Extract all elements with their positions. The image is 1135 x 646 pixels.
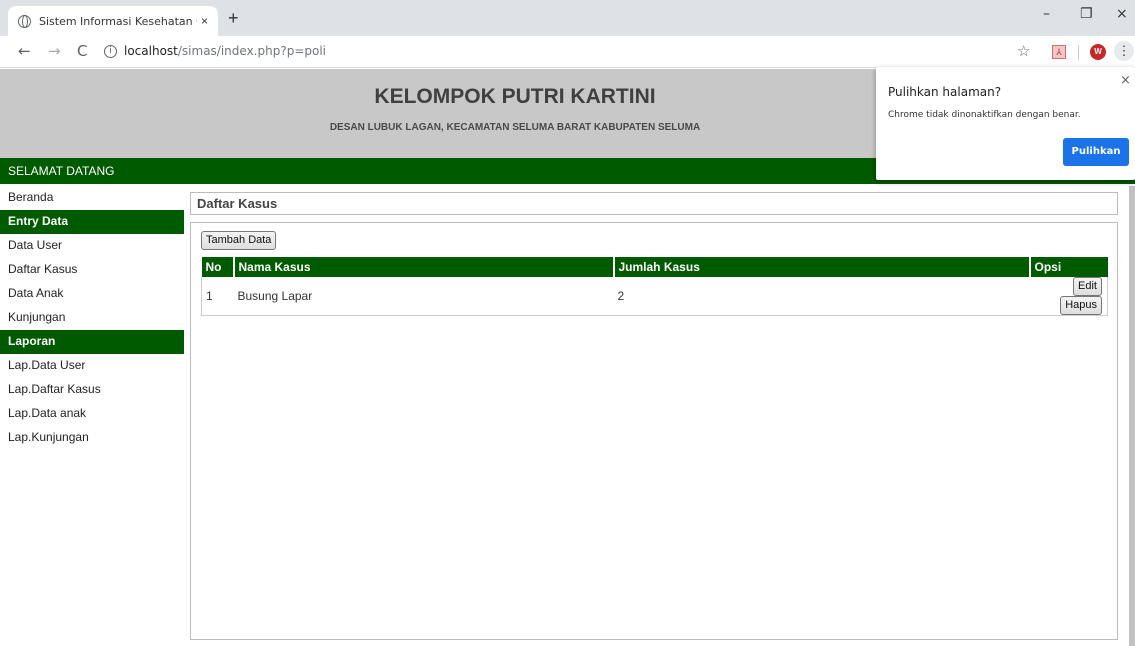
address-bar[interactable]: localhost/simas/index.php?p=poli <box>124 44 326 58</box>
globe-icon <box>18 14 31 28</box>
section-title-box: Daftar Kasus <box>190 192 1118 215</box>
sidebar-heading-laporan: Laporan <box>0 330 184 354</box>
browser-tab[interactable]: Sistem Informasi Kesehatan Gizi A × <box>8 6 218 36</box>
browser-toolbar: ← → C i localhost/simas/index.php?p=poli… <box>0 36 1135 68</box>
popup-message: Chrome tidak dinonaktifkan dengan benar. <box>888 110 1081 120</box>
restore-button[interactable]: Pulihkan <box>1063 138 1129 166</box>
table-header-row: No Nama Kasus Jumlah Kasus Opsi <box>201 257 1108 277</box>
page-scrollbar[interactable] <box>1129 186 1135 646</box>
sidebar-item-lap-data-anak[interactable]: Lap.Data anak <box>0 402 184 426</box>
profile-avatar[interactable]: W <box>1090 44 1106 60</box>
edit-button[interactable]: Edit <box>1073 277 1102 296</box>
toolbar-divider <box>1078 45 1079 60</box>
cell-opsi: EditHapus <box>1029 277 1108 316</box>
sidebar-item-kunjungan[interactable]: Kunjungan <box>0 306 184 330</box>
popup-title: Pulihkan halaman? <box>888 85 1002 99</box>
delete-button[interactable]: Hapus <box>1060 296 1102 315</box>
tab-title: Sistem Informasi Kesehatan Gizi A <box>39 14 197 28</box>
sidebar-item-daftar-kasus[interactable]: Daftar Kasus <box>0 258 184 282</box>
window-close-button[interactable]: × <box>1116 6 1128 22</box>
column-header-jumlah-kasus: Jumlah Kasus <box>613 257 1031 277</box>
restore-pages-popup: × Pulihkan halaman? Chrome tidak dinonak… <box>876 67 1135 180</box>
cell-no: 1 <box>201 277 234 316</box>
section-title: Daftar Kasus <box>197 196 278 211</box>
cell-nama-kasus: Busung Lapar <box>233 277 614 316</box>
url-host: localhost <box>124 44 178 58</box>
column-header-nama-kasus: Nama Kasus <box>233 257 615 277</box>
sidebar-item-lap-daftar-kasus[interactable]: Lap.Daftar Kasus <box>0 378 184 402</box>
sidebar-item-data-anak[interactable]: Data Anak <box>0 282 184 306</box>
reload-button[interactable]: C <box>77 42 87 60</box>
browser-menu-icon[interactable]: ⋮ <box>1114 41 1134 61</box>
sidebar-item-lap-kunjungan[interactable]: Lap.Kunjungan <box>0 426 184 450</box>
sidebar-item-beranda[interactable]: Beranda <box>0 186 184 210</box>
table-row: 1 Busung Lapar 2 EditHapus <box>201 277 1108 316</box>
column-header-opsi: Opsi <box>1029 257 1108 277</box>
welcome-text: SELAMAT DATANG <box>8 164 115 178</box>
sidebar: Beranda Entry Data Data User Daftar Kasu… <box>0 186 184 450</box>
sidebar-item-data-user[interactable]: Data User <box>0 234 184 258</box>
site-info-icon[interactable]: i <box>104 45 117 58</box>
pdf-extension-icon[interactable]: ⅄ <box>1052 45 1066 59</box>
browser-tab-strip: Sistem Informasi Kesehatan Gizi A × + – … <box>0 0 1135 36</box>
cases-table: No Nama Kasus Jumlah Kasus Opsi 1 Busung… <box>201 257 1108 316</box>
tab-close-icon[interactable]: × <box>201 14 208 28</box>
add-data-button[interactable]: Tambah Data <box>201 231 277 250</box>
new-tab-button[interactable]: + <box>228 8 239 29</box>
forward-button[interactable]: → <box>48 42 61 60</box>
restore-button[interactable]: ❐ <box>1080 6 1093 22</box>
back-button[interactable]: ← <box>18 42 31 60</box>
url-path: /simas/index.php?p=poli <box>177 44 326 58</box>
sidebar-item-lap-data-user[interactable]: Lap.Data User <box>0 354 184 378</box>
popup-close-icon[interactable]: × <box>1120 73 1131 88</box>
column-header-no: No <box>201 257 235 277</box>
bookmark-star-icon[interactable]: ☆ <box>1017 42 1030 60</box>
content-panel: Tambah Data No Nama Kasus Jumlah Kasus O… <box>190 222 1118 640</box>
cell-jumlah-kasus: 2 <box>613 277 1030 316</box>
minimize-button[interactable]: – <box>1043 6 1050 22</box>
sidebar-heading-entry-data: Entry Data <box>0 210 184 234</box>
